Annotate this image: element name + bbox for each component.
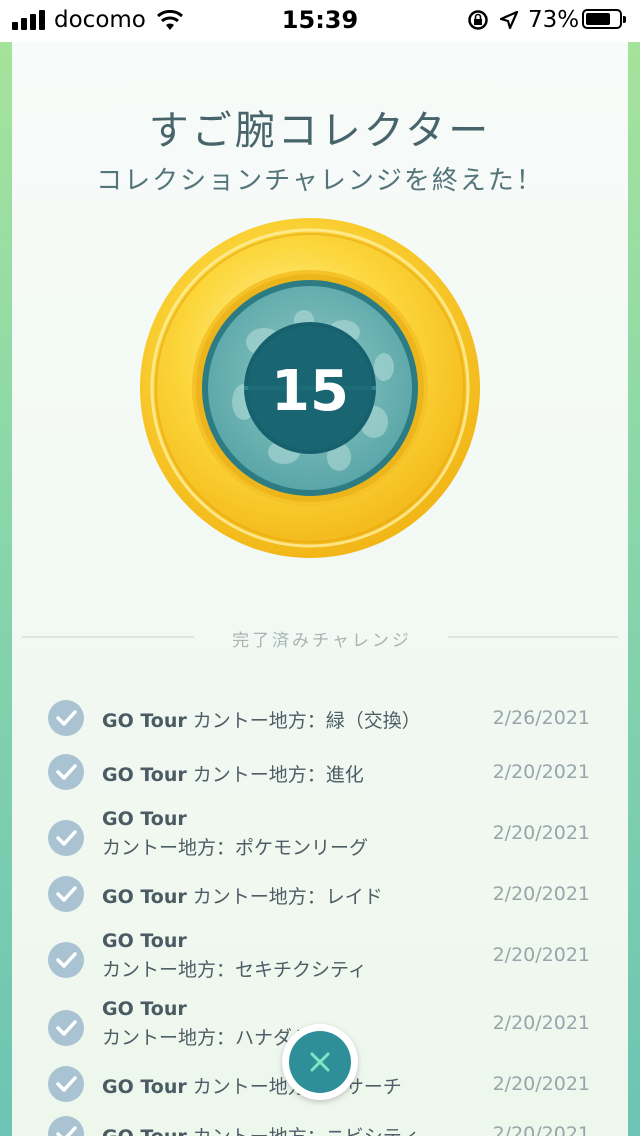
challenge-subtitle: カントー地方：ポケモンリーグ: [102, 837, 369, 859]
close-button-face: [289, 1031, 351, 1093]
challenge-title: GO Tour カントー地方：リサーチ: [102, 1076, 402, 1098]
battery-icon: [582, 9, 626, 29]
checkmark-icon: [48, 1066, 84, 1102]
challenge-date: 2/20/2021: [492, 822, 590, 844]
list-item[interactable]: GO Tour カントー地方：ポケモンリーグ 2/20/2021: [12, 808, 628, 864]
challenge-title: GO Tour カントー地方：ニビシティ: [102, 1122, 420, 1136]
checkmark-icon: [48, 1010, 84, 1046]
challenge-title: GO Tour: [102, 808, 187, 830]
location-icon: [498, 9, 520, 35]
checkmark-icon: [48, 820, 84, 856]
collector-card: すご腕コレクター コレクションチャレンジを終えた！ 15 完了済みチャレンジ G…: [12, 42, 628, 1136]
challenge-date: 2/26/2021: [492, 707, 590, 729]
checkmark-icon: [48, 1116, 84, 1136]
page-subtitle: コレクションチャレンジを終えた！: [96, 166, 544, 196]
divider-left: [22, 636, 194, 638]
divider-right: [448, 636, 618, 638]
battery-percent: 73%: [528, 7, 580, 33]
challenge-title: GO Tour カントー地方：緑（交換）: [102, 710, 421, 732]
challenge-date: 2/20/2021: [492, 1123, 590, 1136]
rotation-lock-icon: [467, 9, 489, 35]
section-label: 完了済みチャレンジ: [232, 631, 412, 651]
challenge-date: 2/20/2021: [492, 883, 590, 905]
list-item[interactable]: GO Tour カントー地方：ニビシティ 2/20/2021: [12, 1116, 628, 1136]
challenge-title: GO Tour カントー地方：進化: [102, 764, 364, 786]
list-item[interactable]: GO Tour カントー地方：緑（交換） 2/26/2021: [12, 700, 628, 736]
checkmark-icon: [48, 876, 84, 912]
challenge-title: GO Tour カントー地方：レイド: [102, 886, 383, 908]
challenge-subtitle: カントー地方：セキチクシティ: [102, 959, 367, 981]
close-icon: [310, 1052, 330, 1072]
medal-count: 15: [271, 359, 349, 424]
challenge-title: GO Tour: [102, 930, 187, 952]
close-button[interactable]: [282, 1024, 358, 1100]
checkmark-icon: [48, 942, 84, 978]
collector-medal: 15: [134, 202, 494, 562]
status-bar: docomo 15:39 73%: [0, 0, 640, 42]
page-title: すご腕コレクター: [148, 108, 492, 154]
challenge-date: 2/20/2021: [492, 1073, 590, 1095]
challenge-date: 2/20/2021: [492, 1012, 590, 1034]
list-item[interactable]: GO Tour カントー地方：レイド 2/20/2021: [12, 876, 628, 912]
challenge-title: GO Tour: [102, 998, 187, 1020]
checkmark-icon: [48, 754, 84, 790]
challenge-date: 2/20/2021: [492, 944, 590, 966]
checkmark-icon: [48, 700, 84, 736]
list-item[interactable]: GO Tour カントー地方：セキチクシティ 2/20/2021: [12, 930, 628, 986]
list-item[interactable]: GO Tour カントー地方：進化 2/20/2021: [12, 754, 628, 790]
challenge-date: 2/20/2021: [492, 761, 590, 783]
